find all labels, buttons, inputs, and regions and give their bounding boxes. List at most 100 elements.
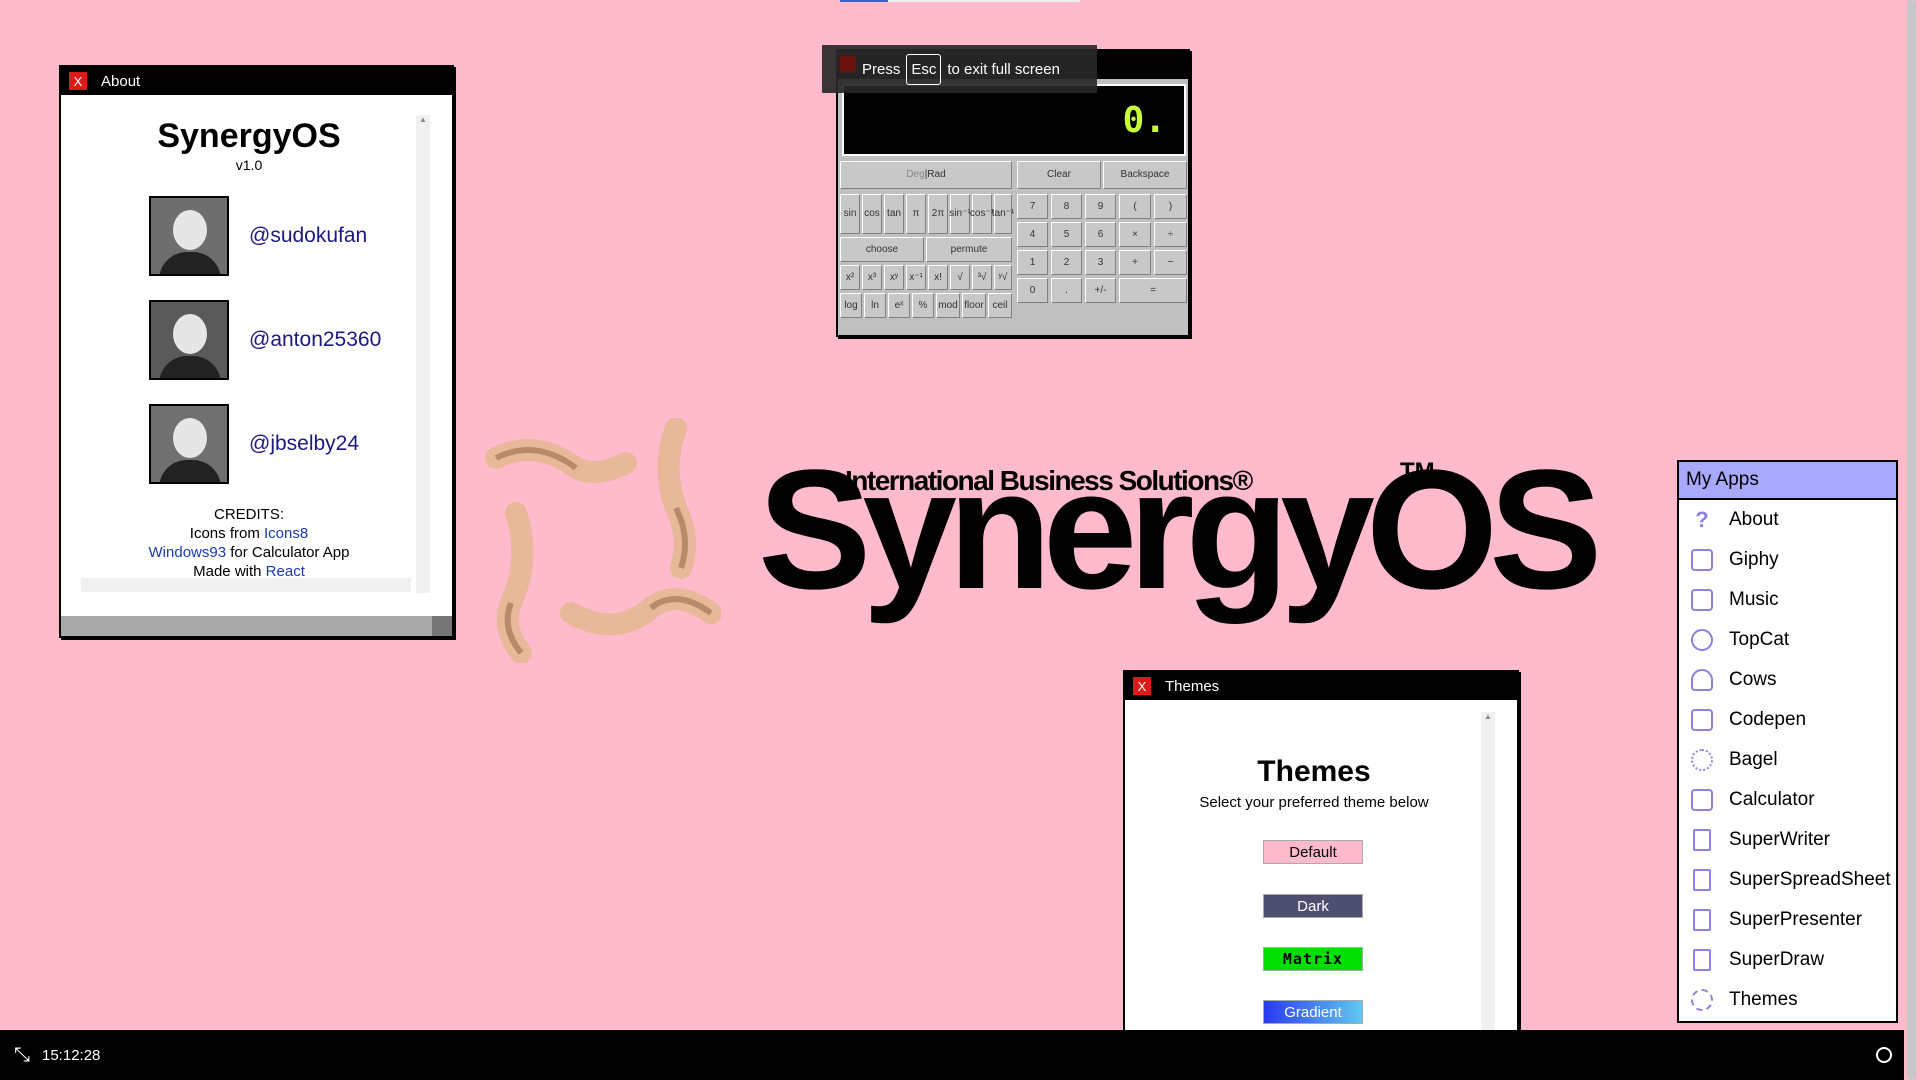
icons8-link[interactable]: Icons8 bbox=[264, 525, 308, 542]
theme-matrix-button[interactable]: Matrix bbox=[1263, 947, 1363, 971]
equals-button[interactable]: = bbox=[1119, 278, 1187, 303]
plus-button[interactable]: + bbox=[1119, 250, 1151, 275]
person-handle-link[interactable]: @jbselby24 bbox=[249, 432, 359, 456]
about-vertical-scrollbar[interactable]: ▲ bbox=[416, 115, 430, 593]
tan-button[interactable]: tan bbox=[884, 194, 904, 234]
multiply-button[interactable]: × bbox=[1119, 222, 1151, 247]
app-label: SuperDraw bbox=[1729, 949, 1825, 970]
inverse-button[interactable]: x⁻¹ bbox=[906, 265, 926, 290]
scroll-up-icon[interactable]: ▲ bbox=[416, 115, 430, 124]
top-progress-segment bbox=[840, 0, 888, 2]
app-bagel[interactable]: Bagel bbox=[1679, 740, 1896, 780]
exit-fullscreen-icon[interactable]: ⤡ bbox=[14, 1044, 30, 1067]
num-0-button[interactable]: 0 bbox=[1017, 278, 1048, 303]
app-superdraw[interactable]: SuperDraw bbox=[1679, 940, 1896, 980]
credits-text: for Calculator App bbox=[226, 544, 350, 561]
num-6-button[interactable]: 6 bbox=[1085, 222, 1116, 247]
sqrt-button[interactable]: √ bbox=[950, 265, 970, 290]
close-paren-button[interactable]: ) bbox=[1154, 194, 1187, 219]
themes-titlebar[interactable]: X Themes bbox=[1125, 672, 1517, 700]
num-3-button[interactable]: 3 bbox=[1085, 250, 1116, 275]
document-icon bbox=[1693, 909, 1711, 931]
start-circle-button[interactable] bbox=[1876, 1047, 1892, 1063]
power-button[interactable]: xʸ bbox=[884, 265, 904, 290]
two-pi-button[interactable]: 2π bbox=[928, 194, 948, 234]
num-5-button[interactable]: 5 bbox=[1051, 222, 1082, 247]
rad-label: Rad bbox=[927, 169, 946, 180]
minus-button[interactable]: − bbox=[1154, 250, 1187, 275]
about-titlebar[interactable]: X About bbox=[61, 67, 452, 95]
deg-rad-toggle[interactable]: Deg | Rad bbox=[840, 161, 1012, 189]
app-codepen[interactable]: Codepen bbox=[1679, 700, 1896, 740]
factorial-button[interactable]: x! bbox=[928, 265, 948, 290]
calculator-close-icon[interactable] bbox=[840, 56, 856, 72]
pi-button[interactable]: π bbox=[906, 194, 926, 234]
mod-button[interactable]: mod bbox=[936, 293, 960, 318]
windows93-link[interactable]: Windows93 bbox=[149, 544, 227, 561]
resize-handle[interactable] bbox=[432, 616, 452, 636]
logo-product-name: SynergyOS bbox=[758, 435, 1602, 625]
arcsin-button[interactable]: sin⁻¹ bbox=[949, 194, 971, 234]
about-window-title: About bbox=[101, 72, 141, 90]
app-superwriter[interactable]: SuperWriter bbox=[1679, 820, 1896, 860]
app-superpresenter[interactable]: SuperPresenter bbox=[1679, 900, 1896, 940]
percent-button[interactable]: % bbox=[912, 293, 934, 318]
giphy-icon bbox=[1691, 549, 1713, 571]
about-content: SynergyOS v1.0 @sudokufan @anton25360 @j… bbox=[61, 95, 452, 610]
app-topcat[interactable]: TopCat bbox=[1679, 620, 1896, 660]
app-calculator[interactable]: Calculator bbox=[1679, 780, 1896, 820]
num-9-button[interactable]: 9 bbox=[1085, 194, 1116, 219]
person-handle-link[interactable]: @sudokufan bbox=[249, 224, 367, 248]
clear-button[interactable]: Clear bbox=[1017, 161, 1101, 189]
nth-root-button[interactable]: ʸ√ bbox=[994, 265, 1012, 290]
choose-button[interactable]: choose bbox=[840, 237, 924, 262]
app-themes[interactable]: Themes bbox=[1679, 980, 1896, 1020]
decimal-button[interactable]: . bbox=[1051, 278, 1082, 303]
app-superspreadsheet[interactable]: SuperSpreadSheet bbox=[1679, 860, 1896, 900]
theme-dark-button[interactable]: Dark bbox=[1263, 894, 1363, 918]
cos-button[interactable]: cos bbox=[862, 194, 882, 234]
person-handle-link[interactable]: @anton25360 bbox=[249, 328, 381, 352]
toast-press: Press bbox=[862, 60, 901, 78]
square-button[interactable]: x² bbox=[840, 265, 860, 290]
num-8-button[interactable]: 8 bbox=[1051, 194, 1082, 219]
app-music[interactable]: Music bbox=[1679, 580, 1896, 620]
permute-button[interactable]: permute bbox=[926, 237, 1012, 262]
about-close-button[interactable]: X bbox=[69, 72, 87, 90]
ln-button[interactable]: ln bbox=[864, 293, 886, 318]
backspace-button[interactable]: Backspace bbox=[1103, 161, 1187, 189]
num-7-button[interactable]: 7 bbox=[1017, 194, 1048, 219]
open-paren-button[interactable]: ( bbox=[1119, 194, 1151, 219]
num-2-button[interactable]: 2 bbox=[1051, 250, 1082, 275]
app-cows[interactable]: Cows bbox=[1679, 660, 1896, 700]
app-label: Cows bbox=[1729, 669, 1777, 690]
app-giphy[interactable]: Giphy bbox=[1679, 540, 1896, 580]
arccos-button[interactable]: cos⁻¹ bbox=[970, 194, 994, 234]
fullscreen-toast: Press Esc to exit full screen bbox=[822, 45, 1097, 93]
avatar bbox=[149, 300, 229, 380]
exp-button[interactable]: eˣ bbox=[888, 293, 910, 318]
log-button[interactable]: log bbox=[840, 293, 862, 318]
app-about[interactable]: ? About bbox=[1679, 500, 1896, 540]
divide-button[interactable]: ÷ bbox=[1154, 222, 1187, 247]
themes-vertical-scrollbar[interactable]: ▲ bbox=[1481, 712, 1495, 1080]
about-footer-bar bbox=[61, 616, 452, 636]
bagel-icon bbox=[1691, 749, 1713, 771]
cube-button[interactable]: x³ bbox=[862, 265, 882, 290]
themes-close-button[interactable]: X bbox=[1133, 677, 1151, 695]
floor-button[interactable]: floor bbox=[962, 293, 986, 318]
about-horizontal-scrollbar[interactable] bbox=[81, 578, 411, 592]
page-scrollbar-thumb[interactable] bbox=[1907, 0, 1916, 1080]
num-4-button[interactable]: 4 bbox=[1017, 222, 1048, 247]
sin-button[interactable]: sin bbox=[840, 194, 860, 234]
num-1-button[interactable]: 1 bbox=[1017, 250, 1048, 275]
page-scrollbar[interactable] bbox=[1904, 0, 1920, 1080]
cbrt-button[interactable]: ³√ bbox=[972, 265, 992, 290]
theme-default-button[interactable]: Default bbox=[1263, 840, 1363, 864]
calculator-display: 0. bbox=[842, 84, 1186, 156]
ceil-button[interactable]: ceil bbox=[988, 293, 1012, 318]
scroll-up-icon[interactable]: ▲ bbox=[1481, 712, 1495, 721]
theme-gradient-button[interactable]: Gradient bbox=[1263, 1000, 1363, 1024]
arctan-button[interactable]: tan⁻¹ bbox=[992, 194, 1014, 234]
negate-button[interactable]: +/- bbox=[1085, 278, 1116, 303]
